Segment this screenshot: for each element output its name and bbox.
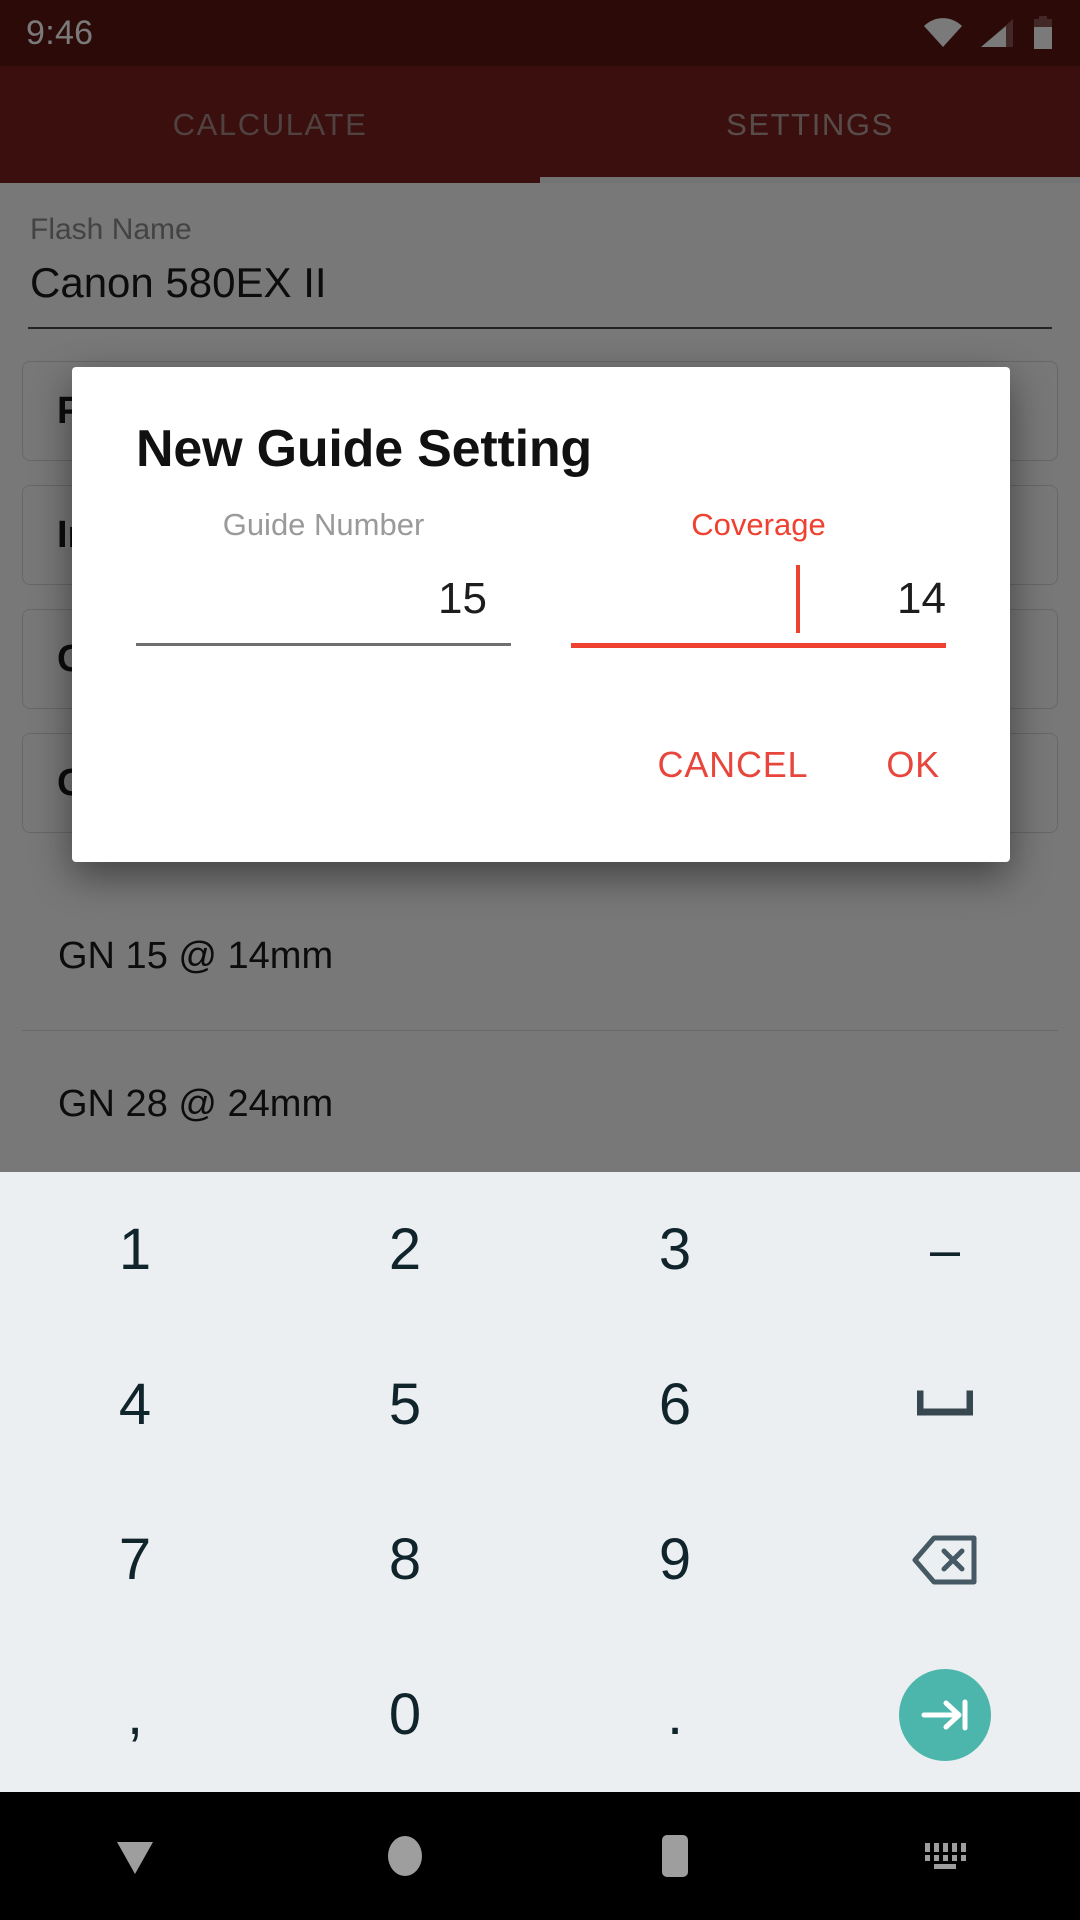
key-enter[interactable]: [810, 1637, 1080, 1792]
keyboard-row: , 0 .: [0, 1637, 1080, 1792]
key-0[interactable]: 0: [270, 1637, 540, 1792]
enter-key-circle: [899, 1668, 991, 1761]
coverage-field-group: Coverage 14: [571, 507, 946, 648]
backspace-icon: [912, 1534, 978, 1586]
keyboard-switcher-button[interactable]: [810, 1839, 1080, 1873]
keyboard-row: 1 2 3 –: [0, 1172, 1080, 1327]
back-icon: [111, 1834, 159, 1878]
dialog-actions: CANCEL OK: [636, 730, 962, 800]
keyboard-row: 4 5 6: [0, 1327, 1080, 1482]
key-label: 8: [388, 1527, 422, 1592]
new-guide-setting-dialog: New Guide Setting Guide Number 15 Covera…: [72, 367, 1010, 862]
key-5[interactable]: 5: [270, 1327, 540, 1482]
key-space[interactable]: [810, 1327, 1080, 1482]
key-label: 7: [118, 1527, 152, 1592]
key-7[interactable]: 7: [0, 1482, 270, 1637]
key-backspace[interactable]: [810, 1482, 1080, 1637]
key-label: 3: [658, 1217, 692, 1282]
numeric-keyboard: 1 2 3 – 4 5 6 7 8 9 , 0 .: [0, 1172, 1080, 1792]
key-label: –: [929, 1219, 961, 1280]
key-6[interactable]: 6: [540, 1327, 810, 1482]
key-label: 2: [388, 1217, 422, 1282]
ok-button[interactable]: OK: [864, 730, 962, 800]
key-comma[interactable]: ,: [0, 1637, 270, 1792]
cancel-button[interactable]: CANCEL: [636, 730, 831, 800]
next-field-arrow-icon: [920, 1696, 970, 1734]
coverage-input-wrap: 14: [571, 565, 946, 648]
key-9[interactable]: 9: [540, 1482, 810, 1637]
key-2[interactable]: 2: [270, 1172, 540, 1327]
guide-number-field-group: Guide Number 15: [136, 507, 511, 648]
dialog-title: New Guide Setting: [136, 420, 592, 478]
recents-button[interactable]: [540, 1833, 810, 1879]
guide-number-field-label: Guide Number: [222, 507, 425, 542]
back-button[interactable]: [0, 1834, 270, 1878]
key-label: ,: [126, 1682, 144, 1747]
keyboard-switcher-icon: [921, 1839, 969, 1873]
key-3[interactable]: 3: [540, 1172, 810, 1327]
space-bar-icon: [917, 1390, 973, 1420]
text-caret: [796, 565, 800, 633]
coverage-input[interactable]: 14: [571, 571, 946, 627]
key-period[interactable]: .: [540, 1637, 810, 1792]
dialog-fields: Guide Number 15 Coverage 14: [136, 507, 946, 648]
key-label: 1: [118, 1217, 152, 1282]
key-dash[interactable]: –: [810, 1172, 1080, 1327]
guide-number-input-wrap: 15: [136, 571, 511, 646]
key-label: .: [666, 1682, 684, 1747]
system-navigation-bar: [0, 1792, 1080, 1920]
key-label: 4: [118, 1372, 152, 1437]
home-icon: [384, 1834, 426, 1878]
coverage-input-underline: [571, 643, 946, 648]
recents-icon: [655, 1833, 695, 1879]
key-4[interactable]: 4: [0, 1327, 270, 1482]
guide-number-input[interactable]: 15: [136, 571, 511, 627]
key-label: 5: [388, 1372, 422, 1437]
key-8[interactable]: 8: [270, 1482, 540, 1637]
coverage-field-label: Coverage: [691, 507, 826, 542]
key-label: 6: [658, 1372, 692, 1437]
phone-screen: Flash Name Canon 580EX II P In G G: [0, 0, 1080, 1920]
home-button[interactable]: [270, 1834, 540, 1878]
keyboard-row: 7 8 9: [0, 1482, 1080, 1637]
key-1[interactable]: 1: [0, 1172, 270, 1327]
guide-number-input-underline: [136, 643, 511, 646]
key-label: 0: [388, 1682, 422, 1747]
key-label: 9: [658, 1527, 692, 1592]
